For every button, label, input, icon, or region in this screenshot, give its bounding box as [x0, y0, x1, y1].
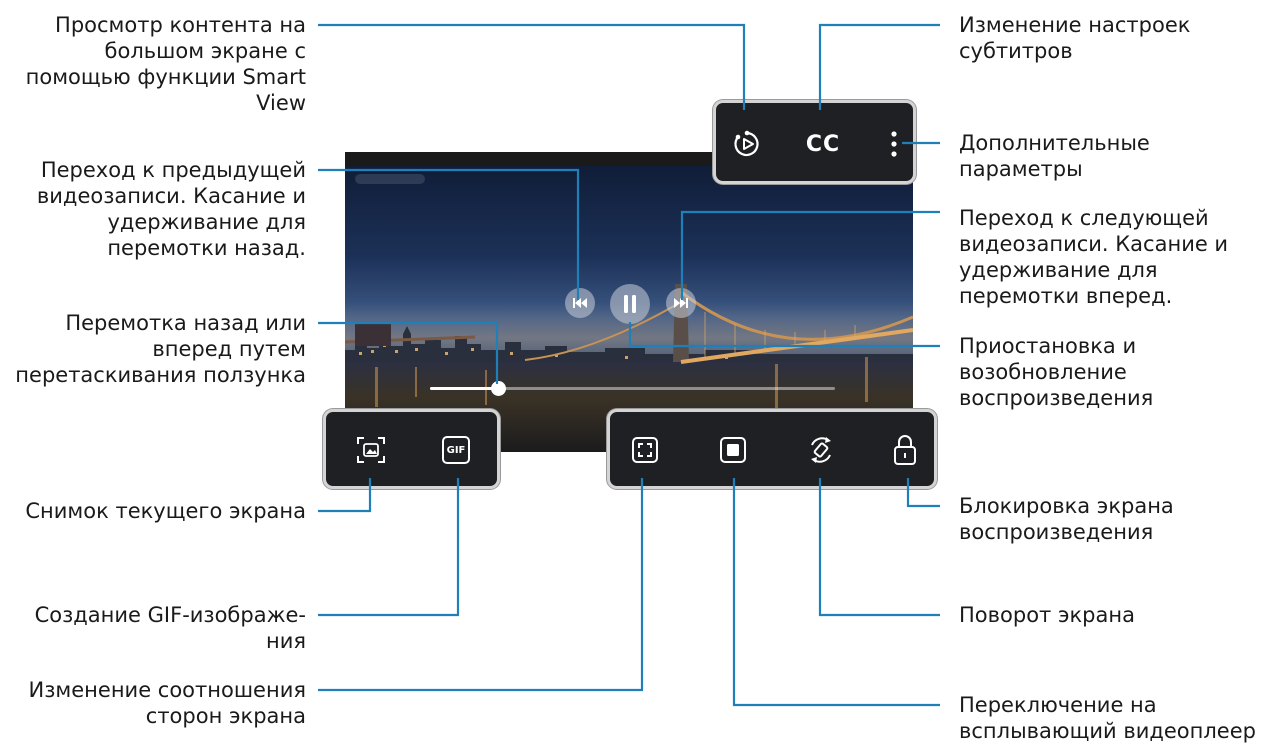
rotate-screen-icon: [811, 437, 831, 463]
gif-icon: GIF: [442, 436, 470, 464]
cc-icon: CC: [805, 131, 841, 157]
callout-screenshot: Снимок текущего экрана: [25, 499, 306, 523]
more-options-icon: [891, 131, 897, 157]
screenshot-button[interactable]: [354, 434, 388, 466]
aspect-ratio-button[interactable]: [628, 434, 662, 466]
rotate-screen-button[interactable]: [804, 434, 838, 466]
previous-icon: [573, 298, 587, 308]
seek-bar-progress: [430, 387, 498, 390]
smart-view-icon: [734, 130, 759, 157]
callout-previous: Переход к предыдущей видеозаписи. Касани…: [36, 158, 306, 260]
next-icon: [674, 298, 688, 308]
popup-player-button[interactable]: [716, 434, 750, 466]
callout-smart-view: Просмотр контента на большом экране с по…: [25, 13, 306, 115]
view-controls-panel: [607, 409, 937, 489]
pause-icon: [624, 295, 636, 313]
callout-subtitles: Изменение настроек субтитров: [959, 13, 1191, 63]
callout-pause: Приостановка и возобновление воспроизвед…: [959, 334, 1154, 410]
callout-gif: Создание GIF-изображе- ния: [34, 603, 306, 653]
callout-popup: Переключение на всплывающий видеоплеер: [959, 693, 1256, 743]
more-options-button[interactable]: [886, 127, 902, 161]
next-button[interactable]: [666, 288, 696, 318]
capture-panel: GIF: [323, 409, 500, 489]
callout-aspect: Изменение соотношения сторон экрана: [28, 678, 306, 728]
callout-rotate: Поворот экрана: [959, 603, 1135, 627]
popup-player-icon: [720, 437, 746, 463]
aspect-ratio-icon: [632, 437, 658, 463]
pause-button[interactable]: [610, 284, 650, 324]
lock-button[interactable]: [890, 432, 920, 468]
callout-lock: Блокировка экрана воспроизведения: [959, 494, 1174, 544]
subtitles-button[interactable]: CC: [800, 127, 846, 161]
diagram: CC GIF Просмотр контента на большом экра…: [0, 0, 1267, 749]
previous-button[interactable]: [565, 288, 595, 318]
callout-next: Переход к следующей видеозаписи. Касание…: [959, 206, 1229, 308]
top-controls-panel: CC: [713, 100, 916, 184]
callout-seek: Перемотка назад или вперед путем перетас…: [15, 311, 306, 387]
smart-view-button[interactable]: [730, 127, 764, 161]
seek-bar-thumb[interactable]: [491, 381, 506, 396]
screenshot-icon: [357, 437, 385, 463]
lock-icon: [894, 435, 916, 465]
gif-button[interactable]: GIF: [439, 434, 473, 466]
callout-more: Дополнительные параметры: [959, 131, 1150, 181]
video-frame: [345, 152, 913, 452]
